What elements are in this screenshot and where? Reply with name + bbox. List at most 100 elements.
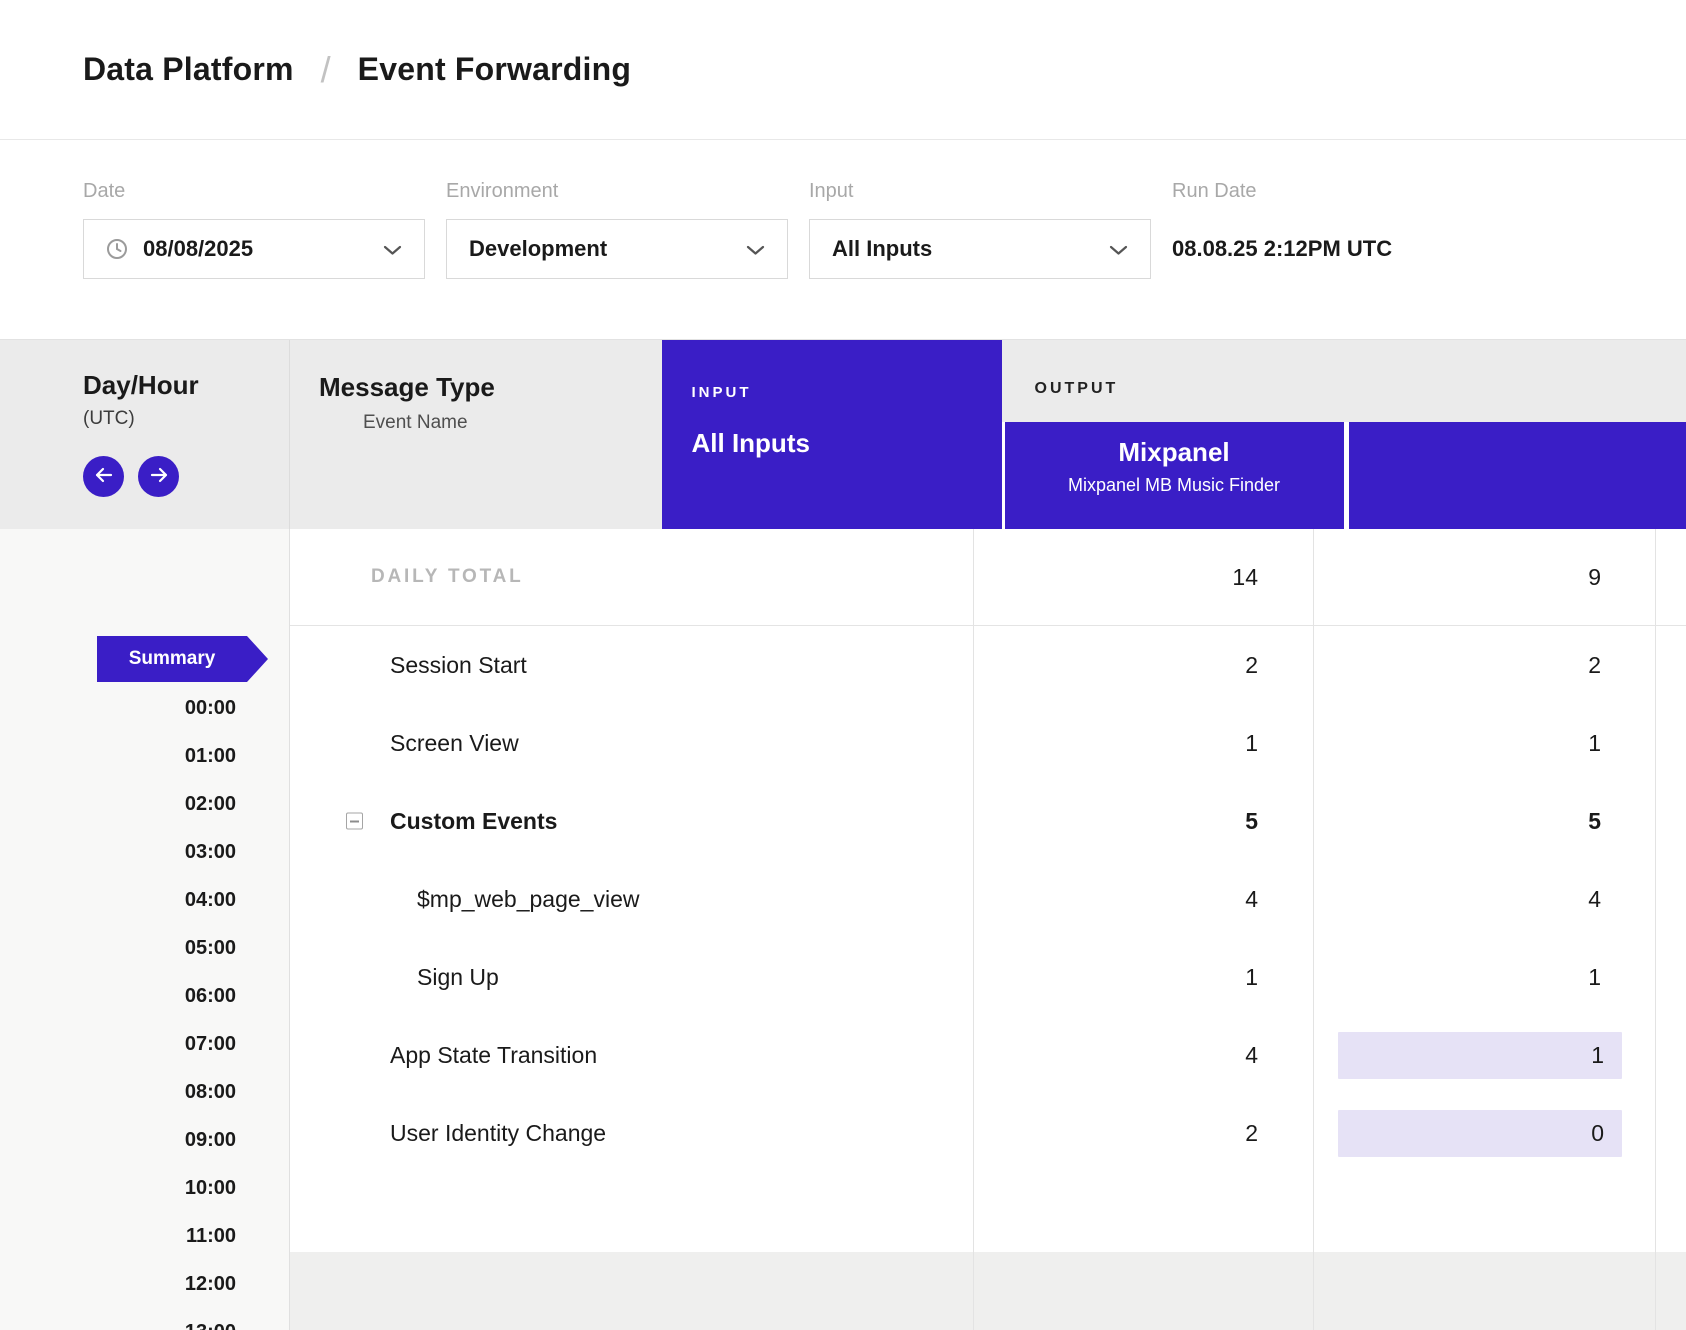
input-dropdown[interactable]: All Inputs — [809, 219, 1151, 279]
date-value: 08/08/2025 — [143, 236, 383, 262]
message-type-header: Message Type Event Name — [290, 340, 662, 529]
daily-total-row: DAILY TOTAL 14 9 — [290, 529, 1686, 626]
hour-item[interactable]: 04:00 — [0, 876, 289, 924]
rows-area: DAILY TOTAL 14 9 Session Start22Screen V… — [290, 529, 1686, 1330]
output-column-label: OUTPUT — [1002, 340, 1344, 422]
event-row: App State Transition 41 — [290, 1016, 1686, 1094]
summary-badge[interactable]: Summary — [97, 636, 247, 682]
event-row: $mp_web_page_view 44 — [290, 860, 1686, 938]
table-header: Day/Hour (UTC) Message Type Event Name I… — [0, 339, 1686, 529]
day-nav-buttons — [83, 456, 289, 497]
chevron-down-icon — [383, 236, 402, 262]
event-name: Sign Up — [290, 964, 499, 991]
previous-day-button[interactable] — [83, 456, 124, 497]
event-name: $mp_web_page_view — [290, 886, 640, 913]
hour-item[interactable]: 06:00 — [0, 972, 289, 1020]
input-count: 1 — [974, 938, 1314, 1016]
event-name: Custom Events — [290, 808, 557, 835]
breadcrumb: Data Platform / Event Forwarding — [0, 0, 1686, 140]
event-row: User Identity Change 20 — [290, 1094, 1686, 1172]
daily-total-label: DAILY TOTAL — [290, 566, 524, 588]
output-count: 2 — [1314, 626, 1656, 704]
output-count: 4 — [1314, 860, 1656, 938]
date-filter-group: Date 08/08/2025 — [83, 180, 425, 339]
hour-list: 00:0001:0002:0003:0004:0005:0006:0007:00… — [0, 684, 289, 1330]
highlighted-output-cell[interactable]: 1 — [1338, 1032, 1622, 1079]
input-filter-label: Input — [809, 180, 1151, 203]
input-column-header[interactable]: INPUT All Inputs — [662, 340, 1002, 529]
event-name: User Identity Change — [290, 1120, 606, 1147]
left-arrow-icon — [94, 467, 114, 486]
partner-subtitle: Mixpanel MB Music Finder — [1005, 475, 1344, 496]
footer-area — [290, 1252, 1686, 1330]
event-name: Session Start — [290, 652, 527, 679]
input-column-value: All Inputs — [692, 428, 1002, 459]
output-count: 5 — [1314, 782, 1656, 860]
input-value: All Inputs — [832, 236, 1109, 262]
run-date-value: 08.08.25 2:12PM UTC — [1172, 219, 1392, 279]
hour-item[interactable]: 01:00 — [0, 732, 289, 780]
output-count: 1 — [1314, 704, 1656, 782]
environment-value: Development — [469, 236, 746, 262]
hour-item[interactable]: 02:00 — [0, 780, 289, 828]
input-count: 5 — [974, 782, 1314, 860]
hour-item[interactable]: 00:00 — [0, 684, 289, 732]
input-count: 2 — [974, 1094, 1314, 1172]
output-partner-header[interactable]: Mixpanel Mixpanel MB Music Finder — [1002, 422, 1344, 529]
table-body: Summary 00:0001:0002:0003:0004:0005:0006… — [0, 529, 1686, 1330]
right-arrow-icon — [149, 467, 169, 486]
hour-item[interactable]: 05:00 — [0, 924, 289, 972]
input-count: 4 — [974, 860, 1314, 938]
hour-item[interactable]: 13:00 — [0, 1308, 289, 1330]
chevron-down-icon — [1109, 236, 1128, 262]
message-type-title: Message Type — [319, 372, 662, 403]
event-name: App State Transition — [290, 1042, 597, 1069]
run-date-group: Run Date 08.08.25 2:12PM UTC — [1172, 180, 1392, 339]
day-hour-header: Day/Hour (UTC) — [0, 340, 290, 529]
hours-column: Summary 00:0001:0002:0003:0004:0005:0006… — [0, 529, 290, 1330]
hour-item[interactable]: 12:00 — [0, 1260, 289, 1308]
event-name: Screen View — [290, 730, 519, 757]
hour-item[interactable]: 07:00 — [0, 1020, 289, 1068]
environment-filter-label: Environment — [446, 180, 788, 203]
filter-bar: Date 08/08/2025 Environment Development — [0, 140, 1686, 339]
breadcrumb-separator-icon: / — [321, 49, 331, 91]
input-count: 1 — [974, 704, 1314, 782]
input-filter-group: Input All Inputs — [809, 180, 1151, 339]
event-row: Screen View 11 — [290, 704, 1686, 782]
clock-icon — [106, 238, 128, 260]
environment-filter-group: Environment Development — [446, 180, 788, 339]
day-hour-title: Day/Hour — [83, 370, 289, 401]
hour-item[interactable]: 03:00 — [0, 828, 289, 876]
output-column-header: OUTPUT Mixpanel Mixpanel MB Music Finder — [1002, 340, 1344, 529]
output-count: 1 — [1314, 1016, 1656, 1094]
input-count: 2 — [974, 626, 1314, 704]
date-filter-label: Date — [83, 180, 425, 203]
event-row: Session Start 22 — [290, 626, 1686, 704]
page-title: Event Forwarding — [358, 51, 631, 88]
date-dropdown[interactable]: 08/08/2025 — [83, 219, 425, 279]
daily-total-input: 14 — [974, 529, 1314, 625]
chevron-down-icon — [746, 236, 765, 262]
breadcrumb-section[interactable]: Data Platform — [83, 51, 294, 88]
next-output-partner-edge[interactable] — [1344, 422, 1686, 529]
daily-total-output: 9 — [1314, 529, 1656, 625]
event-forwarding-page: Data Platform / Event Forwarding Date 08… — [0, 0, 1686, 1330]
environment-dropdown[interactable]: Development — [446, 219, 788, 279]
hour-item[interactable]: 10:00 — [0, 1164, 289, 1212]
event-row: Sign Up11 — [290, 938, 1686, 1016]
input-column-label: INPUT — [692, 384, 1002, 401]
event-rows: Session Start22Screen View11Custom Event… — [290, 626, 1686, 1172]
collapse-minus-icon[interactable] — [346, 813, 363, 830]
hour-item[interactable]: 08:00 — [0, 1068, 289, 1116]
partner-name: Mixpanel — [1005, 437, 1344, 468]
highlighted-output-cell[interactable]: 0 — [1338, 1110, 1622, 1157]
next-day-button[interactable] — [138, 456, 179, 497]
run-date-label: Run Date — [1172, 180, 1392, 203]
input-count: 4 — [974, 1016, 1314, 1094]
hour-item[interactable]: 09:00 — [0, 1116, 289, 1164]
day-hour-subtitle: (UTC) — [83, 408, 289, 430]
output-count: 0 — [1314, 1094, 1656, 1172]
event-name-subtitle: Event Name — [319, 412, 662, 434]
hour-item[interactable]: 11:00 — [0, 1212, 289, 1260]
